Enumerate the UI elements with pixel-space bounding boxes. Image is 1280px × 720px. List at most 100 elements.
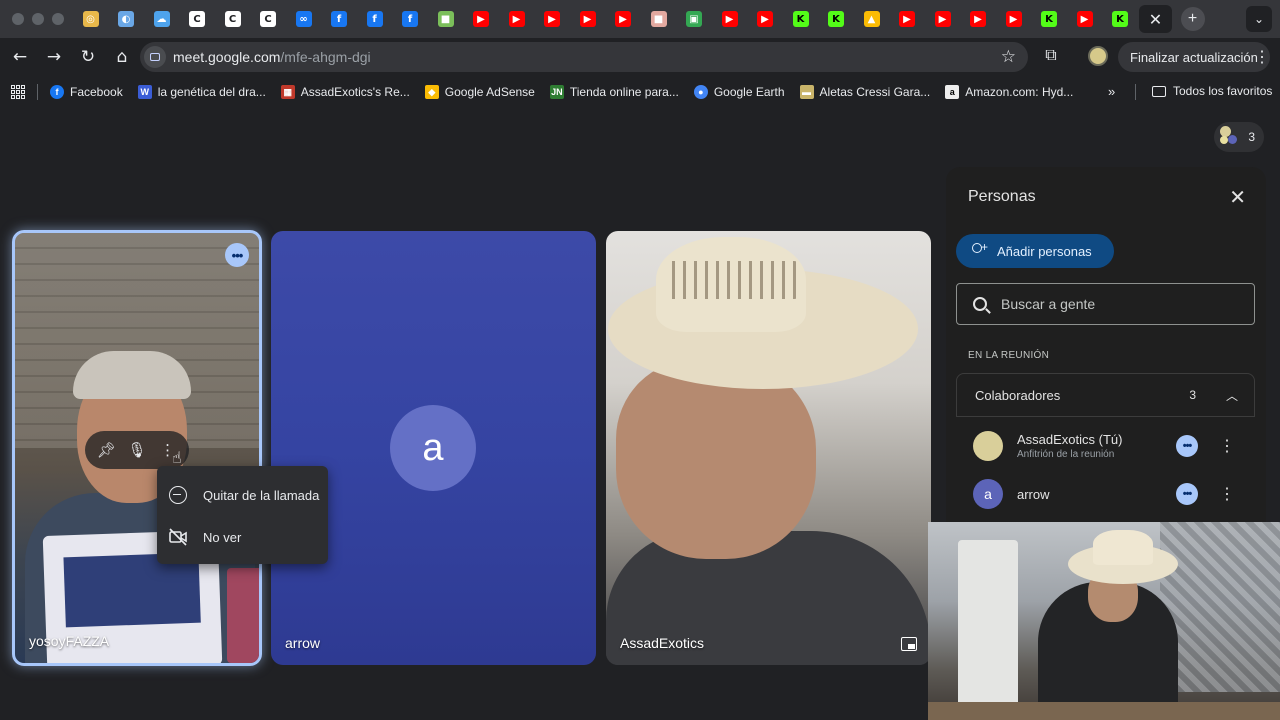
browser-tab[interactable]: ▶ xyxy=(713,5,746,33)
browser-tab[interactable]: ☁ xyxy=(145,5,178,33)
collaborators-group-header[interactable]: Colaboradores 3 ︿ xyxy=(956,373,1255,417)
browser-tab[interactable]: f xyxy=(358,5,391,33)
panorama-icon: ◐ xyxy=(118,11,134,27)
address-bar[interactable]: meet.google.com/mfe-ahgm-dgi ☆ xyxy=(140,42,1028,72)
video-tile-yosoyfazza[interactable]: ••• 📌︎ 🎙︎ ⋮ yosoyFAZZA xyxy=(12,230,262,666)
browser-tab[interactable]: f xyxy=(394,5,427,33)
new-tab-button[interactable]: + xyxy=(1180,7,1205,31)
dont-see-menu-item[interactable]: No ver xyxy=(157,516,328,558)
bookmark-item[interactable]: ▬ Aletas Cressi Gara... xyxy=(799,85,930,99)
browser-tab[interactable]: K xyxy=(784,5,817,33)
more-options-icon[interactable]: ••• xyxy=(1176,483,1198,505)
maximize-window-button[interactable] xyxy=(52,13,64,25)
browser-tab[interactable]: ■ xyxy=(429,5,462,33)
browser-tab[interactable]: K xyxy=(1033,5,1066,33)
add-people-button[interactable]: Añadir personas xyxy=(956,234,1114,268)
home-button[interactable]: ⌂ xyxy=(106,41,138,73)
more-options-icon[interactable]: ••• xyxy=(225,243,249,267)
browser-tab[interactable]: ▶ xyxy=(536,5,569,33)
browser-tab[interactable]: C xyxy=(252,5,285,33)
browser-tab[interactable]: ▶ xyxy=(749,5,782,33)
bookmark-star-icon[interactable]: ☆ xyxy=(1001,47,1016,67)
search-input[interactable] xyxy=(1001,296,1231,312)
browser-tab[interactable]: f xyxy=(323,5,356,33)
bookmark-item[interactable]: ◆ Google AdSense xyxy=(424,85,535,99)
extensions-icon[interactable]: ⧉ xyxy=(1040,45,1062,67)
avatar xyxy=(973,431,1003,461)
microphone-icon[interactable]: 🎙︎ xyxy=(123,436,151,464)
panel-title: Personas xyxy=(968,188,1036,205)
update-button[interactable]: Finalizar actualización xyxy=(1118,42,1270,72)
browser-tab[interactable]: ▶ xyxy=(607,5,640,33)
bookmark-item[interactable]: ▦ AssadExotics's Re... xyxy=(280,85,410,99)
more-bookmarks-icon[interactable]: » xyxy=(1108,84,1115,99)
browser-tab[interactable]: ▲ xyxy=(855,5,888,33)
browser-tab[interactable]: ▶ xyxy=(465,5,498,33)
browser-tab[interactable]: ▶ xyxy=(962,5,995,33)
more-options-icon[interactable]: ••• xyxy=(1176,435,1198,457)
bookmark-item[interactable]: ● Google Earth xyxy=(693,85,785,99)
k-icon: K xyxy=(792,11,809,27)
browser-tab[interactable]: ▶ xyxy=(571,5,604,33)
picture-in-picture-icon[interactable] xyxy=(901,637,917,651)
bookmark-item[interactable]: Wla genética del dra... xyxy=(137,85,266,99)
browser-tab[interactable]: C xyxy=(181,5,214,33)
facebook-icon: f xyxy=(366,11,383,27)
youtube-icon: ▶ xyxy=(579,11,596,27)
reload-button[interactable]: ↻ xyxy=(72,41,104,73)
browser-tab[interactable]: ▶ xyxy=(997,5,1030,33)
close-window-button[interactable] xyxy=(12,13,24,25)
profile-avatar[interactable] xyxy=(1088,46,1108,66)
browser-tab[interactable]: ■ xyxy=(642,5,675,33)
channel-icon: ▦ xyxy=(280,85,295,99)
forward-arrow-icon: → xyxy=(46,47,62,67)
tabs: ◎ ◐ ☁ C C C ∞ f f f ■ ▶ ▶ ▶ ▶ ▶ ■ ▣ ▶ ▶ K K ▲ ▶ ▶ ▶ ▶ K ▶ K xyxy=(74,5,1139,33)
c-icon: C xyxy=(224,11,241,27)
browser-tab[interactable]: ▶ xyxy=(500,5,533,33)
pin-icon[interactable]: 📌︎ xyxy=(92,436,120,464)
bookmark-list: f Facebook Wla genética del dra... ▦ AssadEx… xyxy=(50,85,1088,99)
browser-tab[interactable]: ▶ xyxy=(1068,5,1101,33)
generic-icon: ■ xyxy=(650,11,667,27)
back-arrow-icon: ← xyxy=(12,47,28,67)
self-view-video[interactable] xyxy=(928,522,1280,720)
bookmark-item[interactable]: a Amazon.com: Hyd... xyxy=(945,85,1073,99)
people-list-item[interactable]: a arrow ••• ⋮ xyxy=(956,470,1255,518)
youtube-icon: ▶ xyxy=(1076,11,1093,27)
more-vert-icon[interactable]: ⋮ xyxy=(1219,484,1235,504)
minimize-window-button[interactable] xyxy=(32,13,44,25)
browser-tab[interactable]: ▣ xyxy=(678,5,711,33)
apps-grid-icon[interactable] xyxy=(11,85,25,99)
more-vert-icon[interactable]: ⋮ xyxy=(1219,436,1235,456)
chrome-icon: ◎ xyxy=(82,11,99,27)
video-tile-assadexotics[interactable]: AssadExotics xyxy=(606,231,931,665)
browser-tab[interactable]: C xyxy=(216,5,249,33)
bookmark-item[interactable]: JN Tienda online para... xyxy=(549,85,679,99)
bookmark-item[interactable]: f Facebook xyxy=(50,85,123,99)
participant-count-chip[interactable]: 3 xyxy=(1214,122,1264,152)
adsense-icon: ◆ xyxy=(424,85,439,99)
browser-tab[interactable]: ◐ xyxy=(110,5,143,33)
browser-tab[interactable]: ▶ xyxy=(926,5,959,33)
browser-tab[interactable]: ∞ xyxy=(287,5,320,33)
browser-tab[interactable]: K xyxy=(820,5,853,33)
video-tile-arrow[interactable]: a arrow xyxy=(271,231,596,665)
people-list-item[interactable]: AssadExotics (Tú) Anfitrión de la reunió… xyxy=(956,422,1255,470)
tab-search-button[interactable]: ⌄ xyxy=(1246,6,1272,32)
url-text[interactable]: meet.google.com/mfe-ahgm-dgi xyxy=(173,49,371,65)
forward-button[interactable]: → xyxy=(38,41,70,73)
close-icon[interactable]: ✕ xyxy=(1229,185,1246,209)
back-button[interactable]: ← xyxy=(4,41,36,73)
browser-menu-icon[interactable]: ⋮ xyxy=(1254,47,1270,67)
people-search[interactable] xyxy=(956,283,1255,325)
active-tab[interactable]: ✕ xyxy=(1139,5,1172,33)
browser-tab[interactable]: K xyxy=(1104,5,1137,33)
c-icon: C xyxy=(260,11,276,27)
browser-tab[interactable]: ◎ xyxy=(74,5,107,33)
chevron-up-icon[interactable]: ︿ xyxy=(1226,387,1238,404)
close-icon[interactable]: ✕ xyxy=(1148,10,1164,29)
remove-from-call-menu-item[interactable]: Quitar de la llamada xyxy=(157,474,328,516)
browser-tab[interactable]: ▶ xyxy=(891,5,924,33)
site-info-icon[interactable] xyxy=(144,46,166,68)
all-bookmarks-button[interactable]: Todos los favoritos xyxy=(1152,84,1272,98)
